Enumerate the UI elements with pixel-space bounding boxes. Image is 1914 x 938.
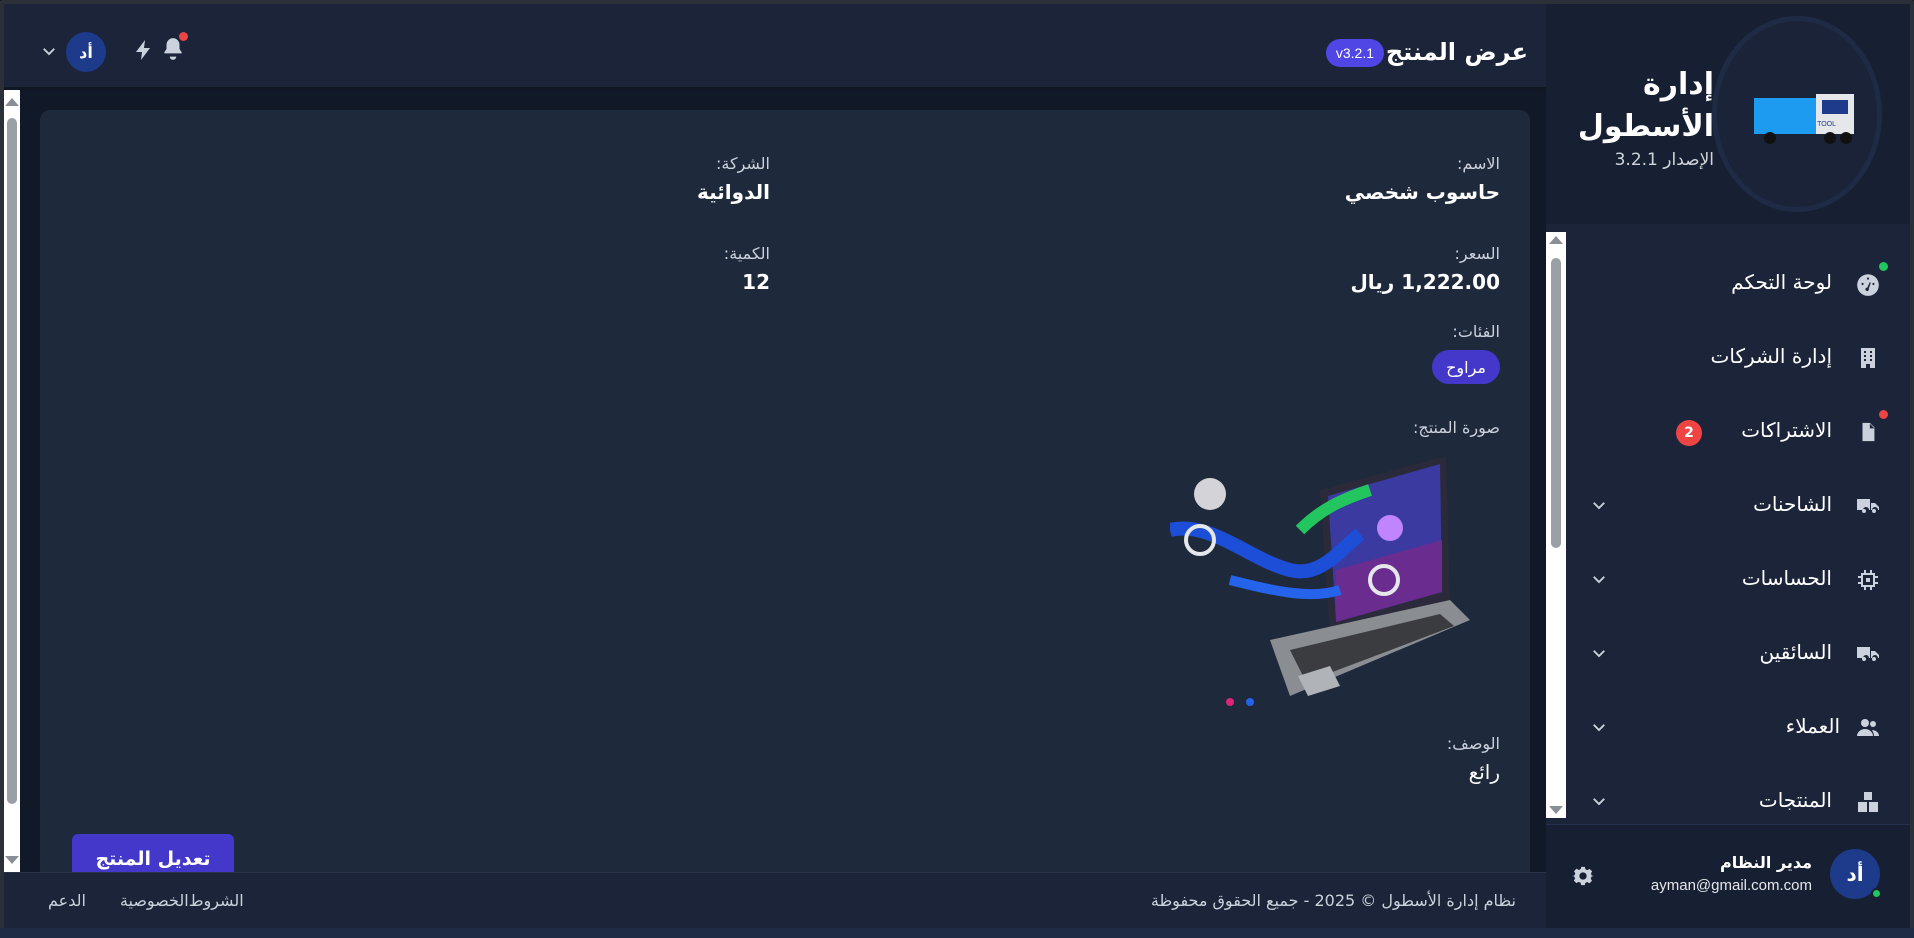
image-label: صورة المنتج: <box>1413 418 1500 437</box>
company-value: الدوائية <box>696 180 770 204</box>
footer-link-support[interactable]: الدعم <box>48 891 86 910</box>
sidebar-item-sensors[interactable]: الحساسات <box>1562 550 1910 610</box>
scroll-up-arrow-icon[interactable] <box>5 98 19 106</box>
user-profile[interactable]: أد مدير النظام ayman@gmail.com.com <box>1546 824 1910 928</box>
name-label: الاسم: <box>1456 154 1500 173</box>
svg-text:TOOL: TOOL <box>1817 121 1836 128</box>
categories-label: الفئات: <box>1452 322 1500 341</box>
sidebar-item-label: إدارة الشركات <box>1710 344 1832 368</box>
quantity-value: 12 <box>742 270 770 294</box>
price-label: السعر: <box>1454 244 1500 263</box>
chip-icon <box>1854 566 1882 594</box>
scroll-down-arrow-icon[interactable] <box>5 856 19 864</box>
subscriptions-count-badge: 2 <box>1676 420 1702 446</box>
price-value: 1,222.00 ريال <box>1350 270 1500 294</box>
sidebar-item-trucks[interactable]: الشاحنات <box>1562 476 1910 536</box>
truck-icon <box>1854 640 1882 668</box>
main-content: الاسم: حاسوب شخصي الشركة: الدوائية السعر… <box>4 90 1546 884</box>
topbar-avatar[interactable]: أد <box>66 32 106 72</box>
online-status-dot <box>1871 888 1882 899</box>
chevron-down-icon[interactable] <box>1590 792 1608 810</box>
brand-header: TOOL إدارة الأسطول الإصدار 3.2.1 <box>1546 4 1910 224</box>
footer: نظام إدارة الأسطول © 2025 - جميع الحقوق … <box>4 872 1546 928</box>
notifications-bell-icon[interactable] <box>160 32 188 64</box>
sidebar-item-subscriptions[interactable]: الاشتراكات 2 <box>1562 402 1910 462</box>
version-badge: v3.2.1 <box>1325 39 1384 67</box>
brand-title: إدارة الأسطول <box>1577 67 1714 144</box>
chevron-down-icon[interactable] <box>1590 644 1608 662</box>
users-icon <box>1854 714 1882 742</box>
page-title: عرض المنتج <box>1385 38 1528 66</box>
footer-link-privacy[interactable]: الخصوصية <box>120 891 189 910</box>
description-value: رائع <box>1468 760 1500 784</box>
product-details-card: الاسم: حاسوب شخصي الشركة: الدوائية السعر… <box>40 110 1530 884</box>
notification-dot <box>179 32 188 41</box>
chevron-down-icon[interactable] <box>40 42 58 60</box>
dashboard-gauge-icon <box>1854 270 1882 298</box>
sidebar-item-label: الاشتراكات <box>1741 418 1832 442</box>
truck-icon <box>1854 492 1882 520</box>
sidebar-item-label: العملاء <box>1785 714 1840 738</box>
truck-logo-icon: TOOL <box>1754 94 1854 144</box>
brand-version: الإصدار 3.2.1 <box>1614 150 1714 170</box>
sidebar-item-products[interactable]: المنتجات <box>1562 772 1910 814</box>
user-name: مدير النظام <box>1719 853 1812 872</box>
description-label: الوصف: <box>1446 734 1500 753</box>
product-image <box>1170 456 1470 706</box>
sidebar-item-label: الحساسات <box>1741 566 1832 590</box>
footer-links: الشروط الخصوصية الدعم <box>48 891 244 910</box>
scroll-down-arrow-icon[interactable] <box>1549 806 1563 814</box>
sidebar-item-label: المنتجات <box>1758 788 1832 812</box>
footer-copyright: نظام إدارة الأسطول © 2025 - جميع الحقوق … <box>1150 891 1516 910</box>
sidebar-scrollbar[interactable] <box>1546 232 1566 818</box>
chevron-down-icon[interactable] <box>1590 570 1608 588</box>
user-avatar[interactable]: أد <box>1830 849 1882 899</box>
sidebar-item-label: لوحة التحكم <box>1731 270 1832 294</box>
chevron-down-icon[interactable] <box>1590 496 1608 514</box>
sidebar: TOOL إدارة الأسطول الإصدار 3.2.1 لوحة ال… <box>1546 4 1910 928</box>
user-email: ayman@gmail.com.com <box>1650 877 1812 894</box>
sidebar-item-companies[interactable]: إدارة الشركات <box>1562 328 1910 388</box>
nav-list: لوحة التحكم إدارة الشركات الاشتراكات 2 ا… <box>1562 224 1910 814</box>
name-value: حاسوب شخصي <box>1344 180 1500 204</box>
sidebar-item-customers[interactable]: العملاء <box>1562 698 1910 758</box>
window-bottom-edge <box>0 928 1914 938</box>
building-icon <box>1854 344 1882 372</box>
sidebar-item-label: الشاحنات <box>1753 492 1832 516</box>
chevron-down-icon[interactable] <box>1590 718 1608 736</box>
sidebar-nav: لوحة التحكم إدارة الشركات الاشتراكات 2 ا… <box>1546 224 1910 824</box>
user-initials: أد <box>1846 862 1864 886</box>
document-icon <box>1854 418 1882 446</box>
footer-link-terms[interactable]: الشروط <box>189 891 244 910</box>
bolt-icon[interactable] <box>130 38 156 64</box>
boxes-icon <box>1854 788 1882 814</box>
content-scrollbar[interactable] <box>4 90 20 872</box>
quantity-label: الكمية: <box>723 244 770 263</box>
company-label: الشركة: <box>715 154 770 173</box>
scrollbar-thumb[interactable] <box>7 118 17 804</box>
category-tag: مراوح <box>1432 350 1500 384</box>
sidebar-item-drivers[interactable]: السائقين <box>1562 624 1910 684</box>
scroll-up-arrow-icon[interactable] <box>1549 236 1563 244</box>
scrollbar-thumb[interactable] <box>1551 258 1561 548</box>
top-bar: عرض المنتج v3.2.1 أد <box>4 4 1546 88</box>
sidebar-item-dashboard[interactable]: لوحة التحكم <box>1562 254 1910 314</box>
gear-icon[interactable] <box>1572 865 1594 887</box>
sidebar-item-label: السائقين <box>1759 640 1832 664</box>
